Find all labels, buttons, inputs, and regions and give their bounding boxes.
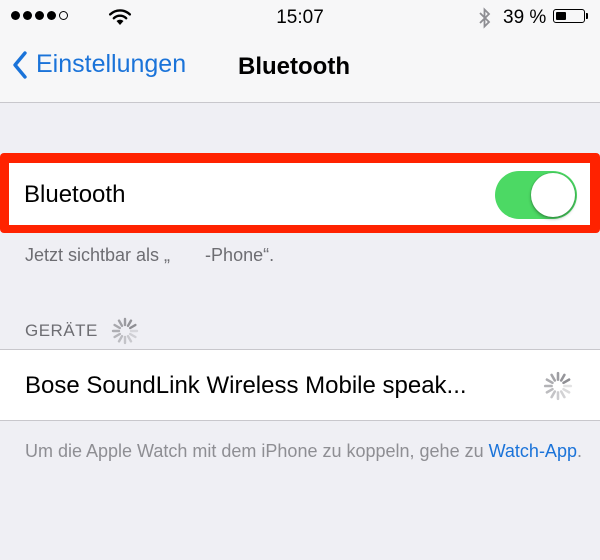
spinner-spoke	[545, 378, 554, 385]
spinner-spoke	[562, 387, 571, 394]
footer-text: Um die Apple Watch mit dem iPhone zu kop…	[25, 441, 489, 461]
toggle-knob	[531, 173, 575, 217]
devices-section-header: GERÄTE	[25, 316, 140, 346]
spinner-spoke	[113, 332, 121, 339]
spinner-spoke	[128, 332, 137, 339]
navigation-bar: Einstellungen Bluetooth	[0, 36, 600, 103]
spinner-spoke	[126, 319, 133, 328]
spinner-spoke	[559, 373, 566, 382]
chevron-left-icon	[13, 50, 27, 79]
bluetooth-toggle-label: Bluetooth	[24, 181, 126, 208]
device-list-item[interactable]: Bose SoundLink Wireless Mobile speak...	[0, 349, 600, 421]
bluetooth-icon	[479, 7, 491, 29]
battery-percentage: 39 %	[503, 7, 547, 28]
spinner-spoke	[128, 323, 137, 330]
loading-spinner-icon	[111, 317, 139, 345]
spinner-spoke	[117, 319, 124, 328]
spinner-spoke	[550, 390, 557, 399]
connecting-spinner-icon	[543, 371, 573, 401]
devices-section-title: GERÄTE	[25, 321, 98, 340]
status-bar: 15:07 39 %	[0, 0, 600, 36]
back-button-label: Einstellungen	[36, 50, 187, 78]
spinner-spoke	[550, 373, 557, 382]
bluetooth-toggle-row: Bluetooth	[9, 163, 590, 225]
spinner-spoke	[559, 390, 566, 399]
back-button[interactable]: Einstellungen	[12, 50, 186, 79]
footer-text-end: .	[576, 441, 582, 461]
watch-app-link[interactable]: Watch-App	[489, 441, 577, 461]
page-title: Bluetooth	[238, 53, 350, 80]
spinner-spoke	[113, 323, 121, 330]
visibility-note: Jetzt sichtbar als „ -Phone“.	[25, 245, 275, 265]
bluetooth-toggle-switch[interactable]	[495, 171, 577, 219]
battery-icon	[553, 9, 585, 23]
spinner-spoke	[545, 387, 554, 394]
footer-note: Um die Apple Watch mit dem iPhone zu kop…	[25, 436, 585, 466]
battery-tip	[586, 13, 588, 19]
spinner-spoke	[117, 334, 124, 343]
spinner-spoke	[562, 378, 571, 385]
device-name: Bose SoundLink Wireless Mobile speak...	[25, 372, 467, 399]
battery-level-fill	[556, 12, 566, 20]
spinner-spoke	[126, 334, 133, 343]
